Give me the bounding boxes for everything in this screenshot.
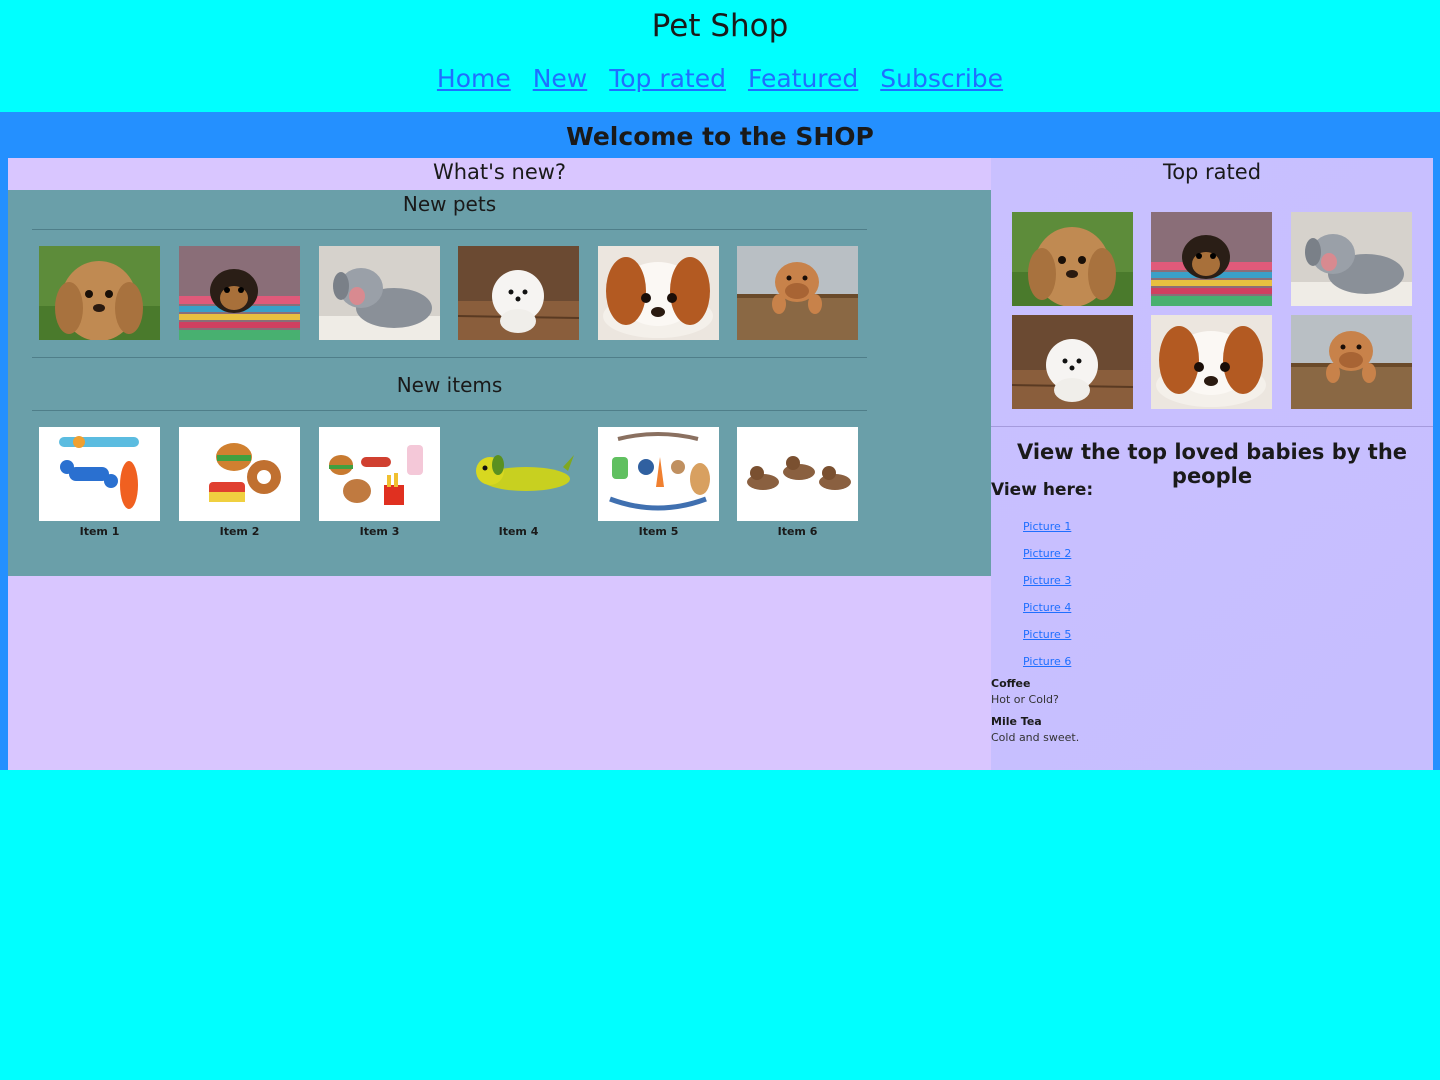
welcome-heading: Welcome to the SHOP <box>566 122 874 151</box>
divider <box>991 426 1433 427</box>
picture-link-1[interactable]: Picture 1 <box>1023 520 1071 533</box>
top-pet-photo-mastiff[interactable] <box>1291 315 1412 409</box>
picture-link-4[interactable]: Picture 4 <box>1023 601 1071 614</box>
item-photo-3 <box>319 427 440 521</box>
list-item: Picture 4 <box>1023 601 1071 628</box>
item-photo-5 <box>598 427 719 521</box>
site-title: Pet Shop <box>651 8 789 44</box>
top-rated-heading: Top rated <box>1162 160 1262 184</box>
main-nav: Home New Top rated Featured Subscribe <box>0 64 1440 93</box>
item-photo-2 <box>179 427 300 521</box>
top-pet-photo-yorkie[interactable] <box>1151 212 1272 306</box>
divider <box>32 410 867 411</box>
whats-new-section: What's new? New pets New items Item 1 It… <box>8 158 991 770</box>
drink-description: Hot or Cold? <box>991 693 1059 706</box>
nav-link-featured[interactable]: Featured <box>748 64 858 93</box>
item-photo-4 <box>458 427 579 521</box>
new-content-box: New pets New items Item 1 Item 2 Item 3 … <box>8 190 991 576</box>
drink-term: Mile Tea <box>991 715 1042 728</box>
picture-link-2[interactable]: Picture 2 <box>1023 547 1071 560</box>
top-rated-section: Top rated View the top loved babies by t… <box>991 158 1433 770</box>
item-photo-1 <box>39 427 160 521</box>
item-label: Item 4 <box>498 525 539 538</box>
list-item: Picture 3 <box>1023 574 1071 601</box>
pet-photo-cocker-spaniel <box>39 246 160 340</box>
picture-link-5[interactable]: Picture 5 <box>1023 628 1071 641</box>
top-pet-photo-grey-puppy[interactable] <box>1291 212 1412 306</box>
site-header: Pet Shop Home New Top rated Featured Sub… <box>0 0 1440 112</box>
item-photo-6 <box>737 427 858 521</box>
drink-description: Cold and sweet. <box>991 731 1080 744</box>
new-pets-heading: New pets <box>402 192 497 216</box>
item-label: Item 1 <box>79 525 120 538</box>
list-item: Picture 2 <box>1023 547 1071 574</box>
pet-photo-yorkie <box>179 246 300 340</box>
item-label: Item 3 <box>359 525 400 538</box>
list-item: Picture 5 <box>1023 628 1071 655</box>
pet-photo-cavalier <box>598 246 719 340</box>
view-here-heading: View here: <box>991 480 1094 500</box>
nav-link-subscribe[interactable]: Subscribe <box>880 64 1003 93</box>
nav-link-top-rated[interactable]: Top rated <box>609 64 726 93</box>
divider <box>32 229 867 230</box>
shop-frame: Welcome to the SHOP What's new? New pets <box>0 112 1440 770</box>
nav-link-new[interactable]: New <box>533 64 588 93</box>
new-items-heading: New items <box>396 373 503 397</box>
top-pet-photo-cocker-spaniel[interactable] <box>1012 212 1133 306</box>
whats-new-heading: What's new? <box>432 160 567 184</box>
drink-term: Coffee <box>991 677 1031 690</box>
picture-link-list: Picture 1 Picture 2 Picture 3 Picture 4 … <box>1023 520 1071 682</box>
divider <box>32 357 867 358</box>
pet-photo-grey-puppy <box>319 246 440 340</box>
pet-photo-pomeranian <box>458 246 579 340</box>
nav-link-home[interactable]: Home <box>437 64 511 93</box>
drinks-list: Coffee Hot or Cold? Mile Tea Cold and sw… <box>991 677 1079 753</box>
picture-link-6[interactable]: Picture 6 <box>1023 655 1071 668</box>
top-pet-photo-pomeranian[interactable] <box>1012 315 1133 409</box>
pet-photo-mastiff <box>737 246 858 340</box>
item-label: Item 5 <box>638 525 679 538</box>
picture-link-3[interactable]: Picture 3 <box>1023 574 1071 587</box>
top-pet-photo-cavalier[interactable] <box>1151 315 1272 409</box>
item-label: Item 6 <box>777 525 818 538</box>
item-label: Item 2 <box>219 525 260 538</box>
list-item: Picture 1 <box>1023 520 1071 547</box>
